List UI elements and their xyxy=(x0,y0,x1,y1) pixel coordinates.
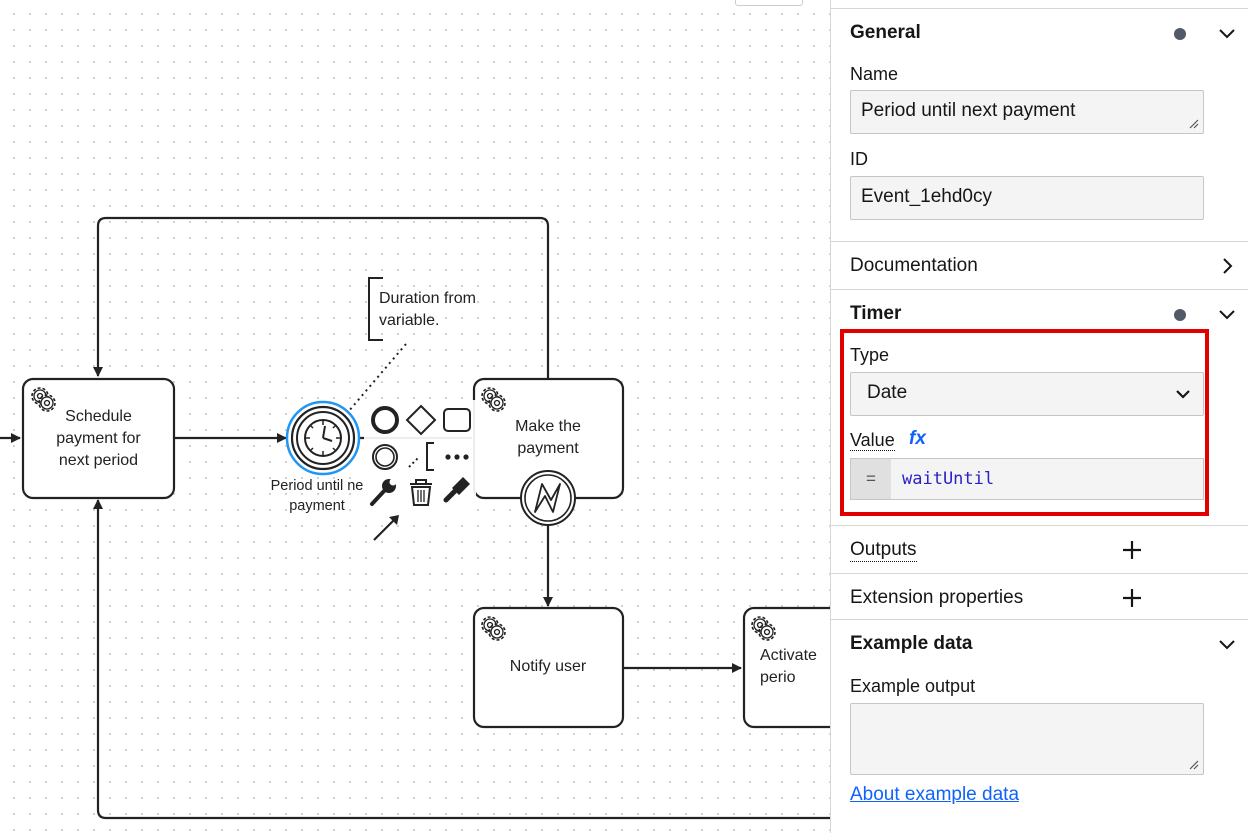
add-output-icon[interactable] xyxy=(1121,539,1143,561)
group-extension-title: Extension properties xyxy=(850,587,1024,608)
group-example-data-header[interactable]: Example data xyxy=(831,619,1248,667)
name-label: Name xyxy=(850,64,899,84)
id-field[interactable]: Event_1ehd0cy xyxy=(850,176,1204,220)
example-output-label: Example output xyxy=(850,676,976,696)
timer-event[interactable] xyxy=(285,400,361,476)
timer-value-label: Value xyxy=(850,430,895,451)
delete-icon[interactable] xyxy=(410,479,432,506)
task-activate-label: Activate perio xyxy=(760,647,817,686)
timer-data-indicator xyxy=(1174,309,1186,321)
timer-type-label: Type xyxy=(850,345,890,365)
append-task-icon[interactable] xyxy=(443,408,471,432)
example-output-field[interactable] xyxy=(850,703,1204,775)
task-schedule-label: Schedule payment for next period xyxy=(56,408,141,469)
timer-value-expression: waitUntil xyxy=(902,469,995,489)
group-documentation-header[interactable]: Documentation xyxy=(831,241,1248,289)
chevron-down-icon[interactable] xyxy=(1216,22,1238,44)
name-value: Period until next payment xyxy=(861,100,1076,121)
name-field[interactable]: Period until next payment xyxy=(850,90,1204,134)
general-data-indicator xyxy=(1174,28,1186,40)
annotation-text: Duration from variable. xyxy=(379,290,476,329)
chevron-down-icon xyxy=(1176,390,1190,399)
timer-type-select[interactable]: Date xyxy=(850,372,1204,416)
properties-panel: General Name Period until next payment I… xyxy=(830,0,1248,833)
feel-fx-icon[interactable]: fx xyxy=(909,428,926,450)
group-example-data-title: Example data xyxy=(850,633,973,654)
about-example-data-link[interactable]: About example data xyxy=(850,784,1019,806)
task-notify-label: Notify user xyxy=(509,658,587,675)
timer-type-value: Date xyxy=(867,382,908,403)
resize-handle-icon[interactable] xyxy=(1189,119,1199,129)
canvas-top-button[interactable] xyxy=(735,0,803,6)
diagram-canvas[interactable]: Schedule payment for next period Make th… xyxy=(0,0,830,833)
group-extension-header[interactable]: Extension properties xyxy=(831,573,1248,621)
group-timer-title: Timer xyxy=(850,303,902,324)
chevron-down-icon[interactable] xyxy=(1216,633,1238,655)
clock-icon xyxy=(304,419,342,457)
chevron-right-icon[interactable] xyxy=(1216,255,1238,277)
group-general-header[interactable]: General xyxy=(831,8,1248,56)
context-pad xyxy=(364,400,476,541)
group-documentation-title: Documentation xyxy=(850,255,978,276)
timer-event-label: Period until ne payment xyxy=(270,478,364,514)
append-end-event-icon[interactable] xyxy=(371,406,399,434)
id-value: Event_1ehd0cy xyxy=(861,186,992,207)
timer-value-field[interactable]: = waitUntil xyxy=(850,458,1204,500)
group-outputs-title: Outputs xyxy=(850,539,917,562)
group-general-title: General xyxy=(850,22,921,43)
error-boundary-event[interactable] xyxy=(520,470,576,526)
task-make-payment-label: Make the payment xyxy=(515,418,581,457)
append-intermediate-event-icon[interactable] xyxy=(372,444,398,470)
chevron-down-icon[interactable] xyxy=(1216,303,1238,325)
add-extension-property-icon[interactable] xyxy=(1121,587,1143,609)
flow-bottom-loop xyxy=(93,499,830,820)
id-label: ID xyxy=(850,149,868,169)
group-outputs-header[interactable]: Outputs xyxy=(831,525,1248,573)
feel-equals-prefix: = xyxy=(851,459,891,499)
more-options-icon[interactable] xyxy=(445,454,469,460)
resize-handle-icon[interactable] xyxy=(1189,760,1199,770)
